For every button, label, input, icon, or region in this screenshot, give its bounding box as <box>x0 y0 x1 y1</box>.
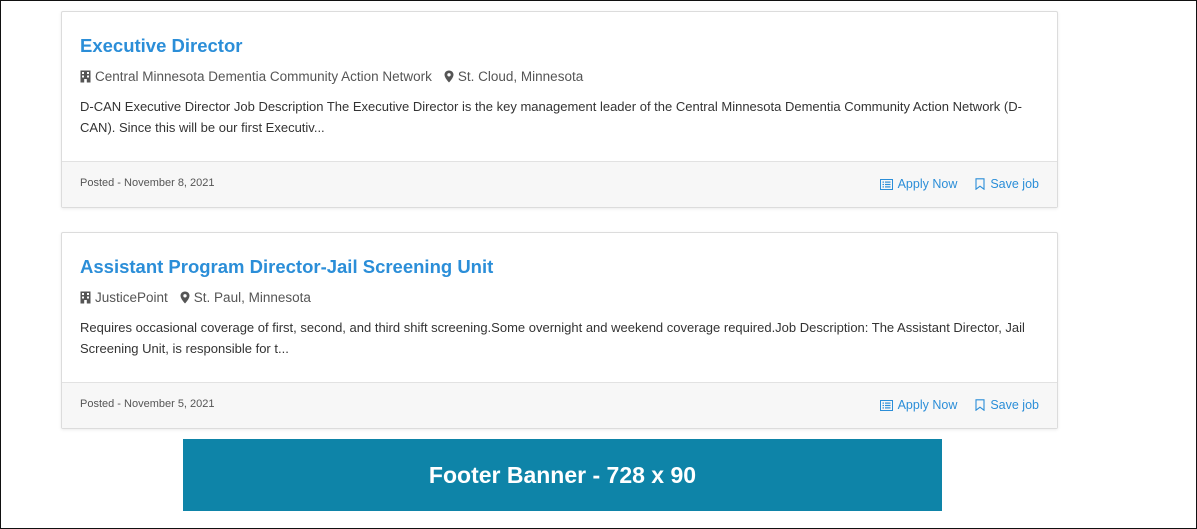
job-meta: Central Minnesota Dementia Community Act… <box>80 69 583 84</box>
job-card-footer: Posted - November 8, 2021 Apply Now Save… <box>62 161 1057 207</box>
save-job-label: Save job <box>990 177 1039 191</box>
job-card-body: Assistant Program Director-Jail Screenin… <box>62 233 1057 382</box>
job-description: D-CAN Executive Director Job Description… <box>80 99 1022 135</box>
location-text: St. Cloud, Minnesota <box>457 69 584 84</box>
job-card: Executive Director Central Minnesota Dem… <box>61 11 1058 208</box>
job-meta: JusticePoint St. Paul, Minnesota <box>80 290 311 305</box>
save-job-button[interactable]: Save job <box>975 177 1039 191</box>
building-icon <box>80 70 91 83</box>
bookmark-icon <box>975 178 985 190</box>
job-title-link[interactable]: Assistant Program Director-Jail Screenin… <box>80 256 493 278</box>
page-frame: Executive Director Central Minnesota Dem… <box>0 0 1197 529</box>
list-icon <box>879 178 893 190</box>
job-actions: Apply Now Save job <box>879 398 1039 412</box>
save-job-button[interactable]: Save job <box>975 398 1039 412</box>
bookmark-icon <box>975 399 985 411</box>
location-text: St. Paul, Minnesota <box>193 290 311 305</box>
list-icon <box>879 399 893 411</box>
apply-now-label: Apply Now <box>897 177 958 191</box>
building-icon <box>80 291 91 304</box>
apply-now-button[interactable]: Apply Now <box>879 398 958 412</box>
job-location: St. Paul, Minnesota <box>180 290 311 305</box>
job-description: Requires occasional coverage of first, s… <box>80 320 1025 356</box>
footer-banner-text: Footer Banner - 728 x 90 <box>428 461 697 488</box>
map-pin-icon <box>444 70 454 83</box>
employer-name: JusticePoint <box>95 290 168 305</box>
footer-banner[interactable]: Footer Banner - 728 x 90 <box>183 439 942 511</box>
apply-now-label: Apply Now <box>897 398 958 412</box>
job-card-footer: Posted - November 5, 2021 Apply Now Save… <box>62 382 1057 428</box>
job-title-link[interactable]: Executive Director <box>80 35 242 57</box>
map-pin-icon <box>180 291 190 304</box>
job-actions: Apply Now Save job <box>879 177 1039 191</box>
employer-name: Central Minnesota Dementia Community Act… <box>95 69 432 84</box>
job-card: Assistant Program Director-Jail Screenin… <box>61 232 1058 429</box>
posted-date: Posted - November 8, 2021 <box>80 177 215 189</box>
save-job-label: Save job <box>990 398 1039 412</box>
job-location: St. Cloud, Minnesota <box>444 69 583 84</box>
apply-now-button[interactable]: Apply Now <box>879 177 958 191</box>
posted-date: Posted - November 5, 2021 <box>80 398 215 410</box>
job-card-body: Executive Director Central Minnesota Dem… <box>62 12 1057 161</box>
